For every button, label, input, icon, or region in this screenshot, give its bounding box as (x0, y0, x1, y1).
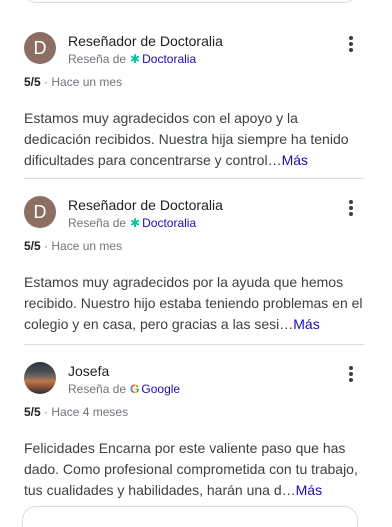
review-meta: 5/5 · Hace un mes (24, 75, 122, 89)
avatar[interactable] (24, 362, 56, 394)
source-prefix: Reseña de (68, 382, 127, 396)
more-link[interactable]: Más (293, 316, 319, 332)
review-time: Hace 4 meses (51, 405, 129, 419)
more-options-icon[interactable] (346, 364, 356, 384)
reviewer-name[interactable]: Reseñador de Doctoralia (68, 197, 223, 213)
more-options-icon[interactable] (346, 34, 356, 54)
review-time: Hace un mes (51, 239, 123, 253)
review-source: Reseña de ✱ Doctoralia (68, 216, 196, 230)
review-source: Reseña de G Google (68, 382, 180, 396)
reviewer-name[interactable]: Josefa (68, 363, 109, 379)
more-link[interactable]: Más (282, 152, 308, 168)
source-link[interactable]: Doctoralia (142, 52, 196, 66)
rating: 5/5 (24, 239, 41, 253)
source-link[interactable]: Google (141, 382, 180, 396)
meta-separator: · (44, 239, 49, 253)
review-time: Hace un mes (51, 75, 123, 89)
google-logo-icon: G (130, 382, 140, 396)
more-options-icon[interactable] (346, 198, 356, 218)
bottom-card-edge (22, 506, 358, 527)
review-card: Josefa Reseña de G Google 5/5 · Hace 4 mes… (24, 362, 364, 502)
review-meta: 5/5 · Hace 4 meses (24, 405, 128, 419)
review-card: D Reseñador de Doctoralia Reseña de ✱ Doct… (24, 32, 364, 172)
review-meta: 5/5 · Hace un mes (24, 239, 122, 253)
source-prefix: Reseña de (68, 216, 127, 230)
review-source: Reseña de ✱ Doctoralia (68, 52, 196, 66)
source-link[interactable]: Doctoralia (142, 216, 196, 230)
meta-separator: · (44, 75, 49, 89)
avatar[interactable]: D (24, 196, 56, 228)
reviewer-name[interactable]: Reseñador de Doctoralia (68, 33, 223, 49)
more-link[interactable]: Más (296, 482, 322, 498)
review-text: Estamos muy agradecidos por la ayuda que… (24, 272, 366, 335)
top-card-edge (22, 0, 358, 3)
avatar[interactable]: D (24, 32, 56, 64)
doctoralia-logo-icon: ✱ (130, 52, 141, 66)
divider (24, 178, 364, 179)
divider (24, 344, 364, 345)
meta-separator: · (44, 405, 49, 419)
rating: 5/5 (24, 75, 41, 89)
review-text: Felicidades Encarna por este valiente pa… (24, 438, 366, 501)
source-prefix: Reseña de (68, 52, 127, 66)
rating: 5/5 (24, 405, 41, 419)
doctoralia-logo-icon: ✱ (130, 216, 141, 230)
review-text: Estamos muy agradecidos con el apoyo y l… (24, 108, 366, 171)
review-card: D Reseñador de Doctoralia Reseña de ✱ Doct… (24, 196, 364, 336)
